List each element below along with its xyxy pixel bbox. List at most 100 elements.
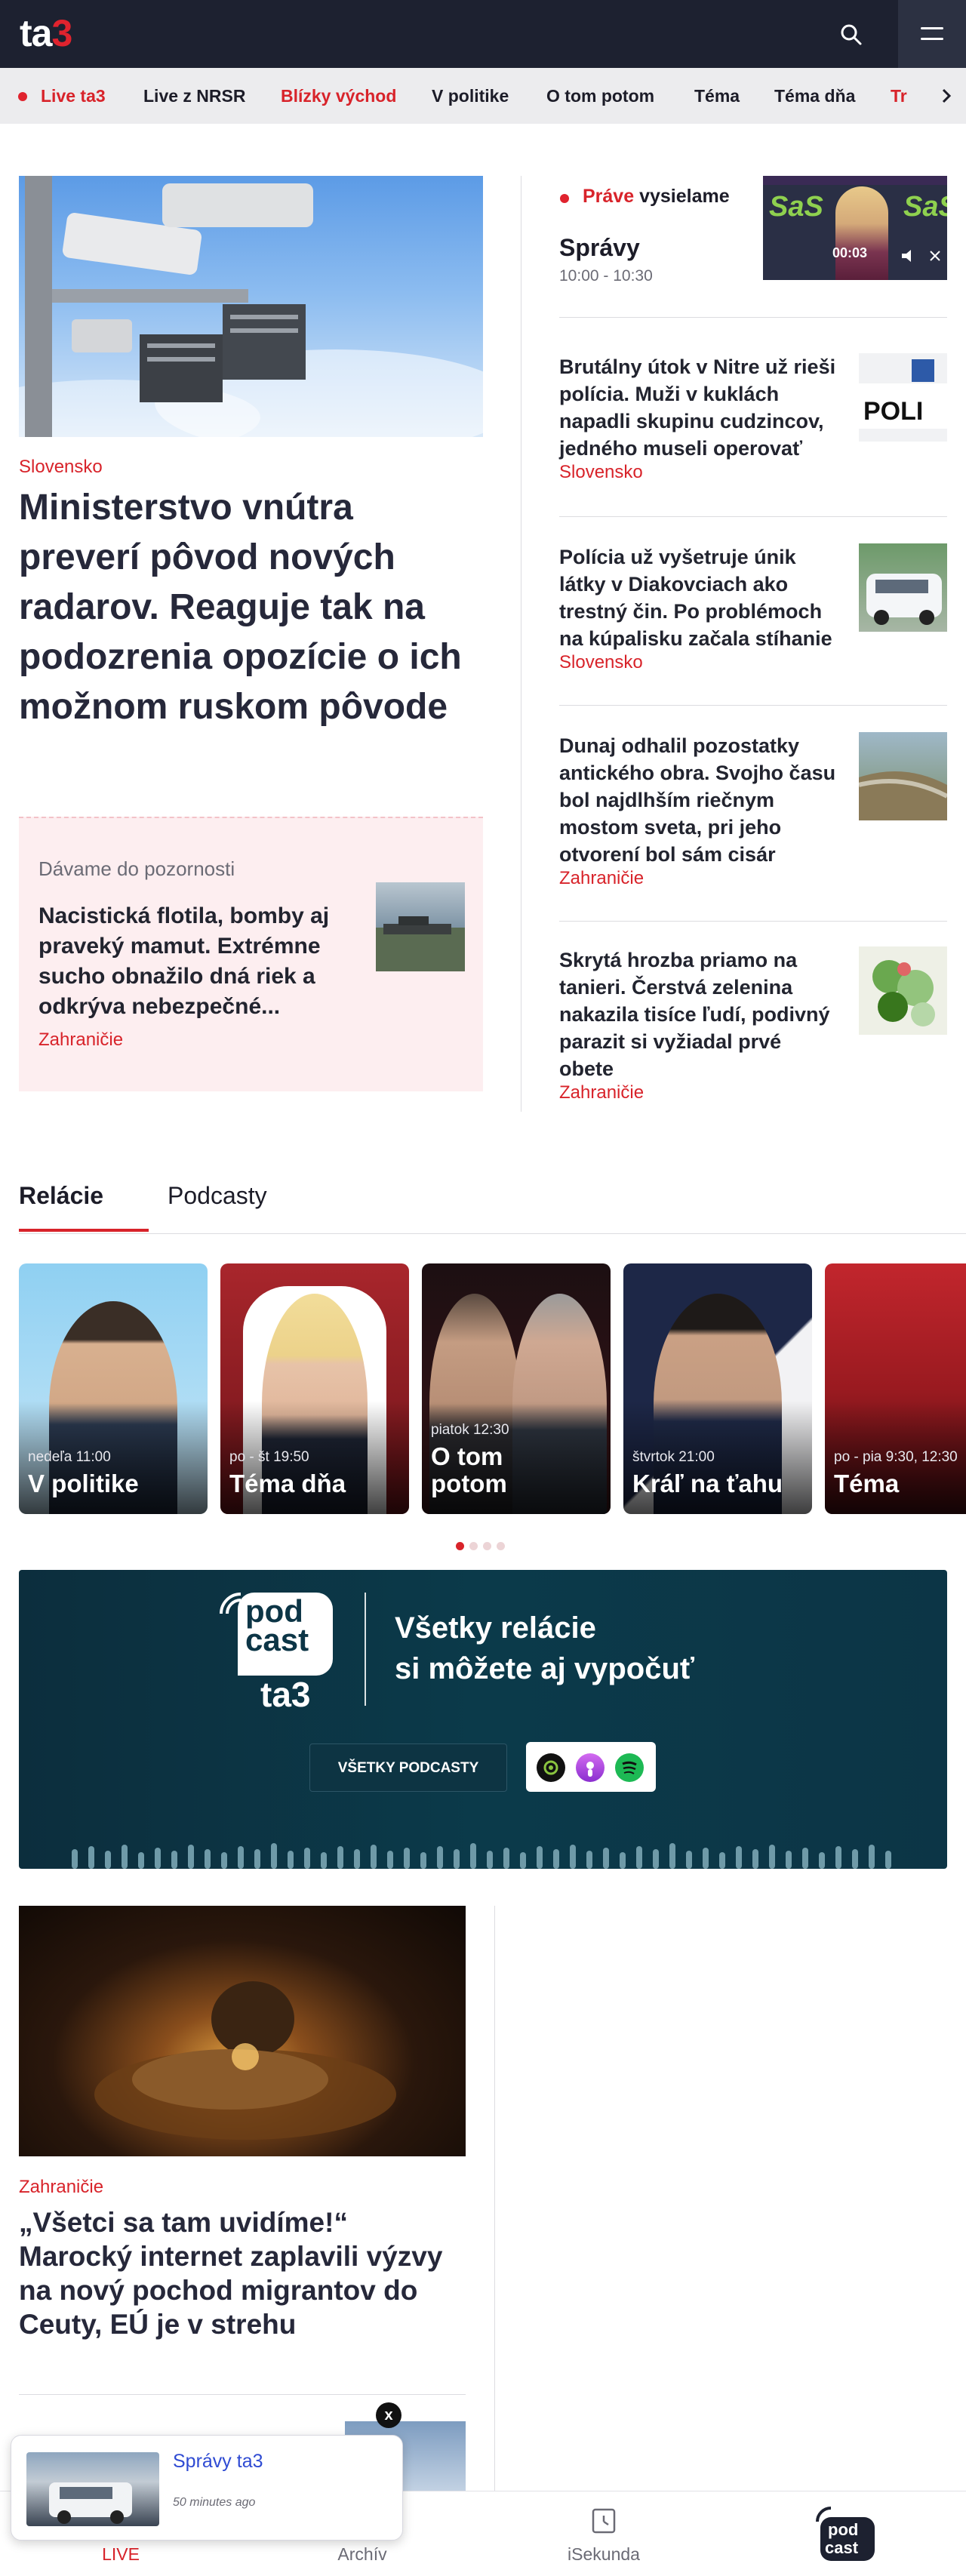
side-article-title[interactable]: Dunaj odhalil pozostatky antického obra.… [559,732,838,868]
show-name[interactable]: Téma [834,1470,966,1497]
carousel-dot-active[interactable] [456,1542,464,1550]
show-card[interactable]: nedeľa 11:00 V politike [19,1263,208,1514]
nav-item-live-ta3[interactable]: Live ta3 [41,68,106,124]
column-divider [494,1906,495,2525]
menu-bar-icon [921,38,943,40]
toast-close-button[interactable]: x [376,2402,401,2428]
show-time: štvrtok 21:00 [632,1449,715,1465]
isekunda-icon [592,2508,616,2534]
nav-item-o-tom-potom[interactable]: O tom potom [546,68,654,124]
side-article[interactable]: Polícia už vyšetruje únik látky v Diakov… [559,543,947,694]
side-article[interactable]: Brutálny útok v Nitre už rieši polícia. … [559,353,947,504]
carousel-dot[interactable] [469,1542,478,1550]
promo-title[interactable]: Nacistická flotila, bomby aj praveký mam… [38,901,355,1022]
apple-podcasts-icon[interactable] [576,1753,605,1782]
hamburger-menu-button[interactable] [898,0,966,68]
search-icon[interactable] [838,21,865,48]
show-name[interactable]: Téma dňa [229,1470,403,1497]
side-article-image[interactable] [859,543,947,632]
active-tab-indicator [19,1229,149,1232]
nav-item-truncated[interactable]: Tr [891,68,907,124]
side-article-section[interactable]: Slovensko [559,652,643,673]
presenter-figure [835,186,888,280]
sas-logo-right: SaS [903,191,947,223]
podcast-banner[interactable]: pod cast ta3 Všetky relácie si môžete aj v… [19,1570,947,1869]
bottom-article-image[interactable] [19,1906,466,2156]
toast-time: 50 minutes ago [173,2496,256,2509]
show-name[interactable]: V politike [28,1470,202,1497]
side-article-section[interactable]: Slovensko [559,462,643,483]
chevron-right-icon [942,88,952,103]
podcast-ta3-logo: pod cast ta3 [238,1593,351,1714]
show-card[interactable]: po - pia 9:30, 12:30 Téma [825,1263,966,1514]
live-toast[interactable]: Správy ta3 50 minutes ago [11,2435,403,2541]
show-name[interactable]: O tom potom [431,1443,544,1497]
podcast-icon: pod cast [816,2507,875,2561]
lead-article-title[interactable]: Ministerstvo vnútra preverí pôvod nových… [19,483,472,732]
show-time: piatok 12:30 [431,1422,509,1438]
show-time: po - pia 9:30, 12:30 [834,1449,958,1465]
video-timestamp: 00:03 [832,245,868,260]
nav-item-blizky-vychod[interactable]: Blízky východ [281,68,396,124]
side-article-image[interactable] [859,946,947,1035]
bottom-nav-label: iSekunda [568,2544,640,2564]
show-time: nedeľa 11:00 [28,1449,111,1465]
nav-item-tema-dna[interactable]: Téma dňa [774,68,855,124]
side-article-image[interactable] [859,732,947,820]
carousel-dot[interactable] [483,1542,491,1550]
svg-text:cast: cast [825,2538,859,2557]
side-article[interactable]: Skrytá hrozba priamo na tanieri. Čerstvá… [559,946,947,1113]
svg-text:pod: pod [828,2520,858,2539]
show-card[interactable]: po - št 19:50 Téma dňa [220,1263,409,1514]
audio-waveform-icon [72,1843,891,1869]
show-name[interactable]: Kráľ na ťahu [632,1470,806,1497]
show-card[interactable]: piatok 12:30 O tom potom [422,1263,611,1514]
side-article-section[interactable]: Zahraničie [559,1082,644,1103]
bottom-nav-podcast[interactable]: pod cast [724,2491,966,2576]
side-article-title[interactable]: Brutálny útok v Nitre už rieši polícia. … [559,353,838,462]
show-card[interactable]: štvrtok 21:00 Kráľ na ťahu [623,1263,812,1514]
live-dot-icon [560,194,569,203]
nav-item-live-nrsr[interactable]: Live z NRSR [143,68,245,124]
spotify-icon[interactable] [615,1753,644,1782]
bottom-nav-isekunda[interactable]: iSekunda [483,2491,724,2576]
separator [559,705,947,706]
tab-podcasty[interactable]: Podcasty [168,1182,267,1210]
ta3-logo[interactable]: ta3 [20,12,72,54]
sas-logo-left: SaS [769,191,823,223]
google-podcasts-icon[interactable] [537,1753,565,1782]
tab-relacie[interactable]: Relácie [19,1182,103,1210]
bottom-nav-label: LIVE [102,2544,140,2564]
side-article-image[interactable]: POLI [859,353,947,442]
side-article[interactable]: Dunaj odhalil pozostatky antického obra.… [559,732,947,906]
separator [559,516,947,517]
volume-icon[interactable] [900,248,943,263]
side-article-section[interactable]: Zahraničie [559,868,644,889]
live-show-name[interactable]: Správy [559,234,640,262]
separator [19,2394,466,2395]
podcast-apps [526,1742,656,1792]
live-heading: Práve vysielame [583,186,730,207]
nav-scroll-right-button[interactable] [921,68,966,124]
live-video-player[interactable]: SaS SaS 00:03 [763,176,947,280]
nav-item-v-politike[interactable]: V politike [432,68,509,124]
nav-item-tema[interactable]: Téma [694,68,740,124]
carousel-dot[interactable] [497,1542,505,1550]
side-article-title[interactable]: Polícia už vyšetruje únik látky v Diakov… [559,543,838,652]
lead-article-section[interactable]: Slovensko [19,457,103,478]
lead-article-image[interactable] [19,176,483,437]
promo-image[interactable] [376,882,465,971]
promo-box[interactable]: Dávame do pozornosti Nacistická flotila,… [19,817,483,1091]
podcast-divider [365,1593,366,1706]
separator [559,921,947,922]
bottom-nav-label: Archív [337,2544,387,2564]
live-show-time: 10:00 - 10:30 [559,267,653,285]
toast-title[interactable]: Správy ta3 [173,2451,263,2473]
bottom-article-title[interactable]: „Všetci sa tam uvidíme!“ Marocký interne… [19,2205,466,2341]
all-podcasts-button[interactable]: VŠETKY PODCASTY [309,1743,507,1792]
promo-section[interactable]: Zahraničie [38,1029,123,1051]
tabs-divider [19,1233,966,1234]
side-article-title[interactable]: Skrytá hrozba priamo na tanieri. Čerstvá… [559,946,838,1082]
site-header: ta3 [0,0,966,68]
bottom-article-section[interactable]: Zahraničie [19,2177,103,2198]
